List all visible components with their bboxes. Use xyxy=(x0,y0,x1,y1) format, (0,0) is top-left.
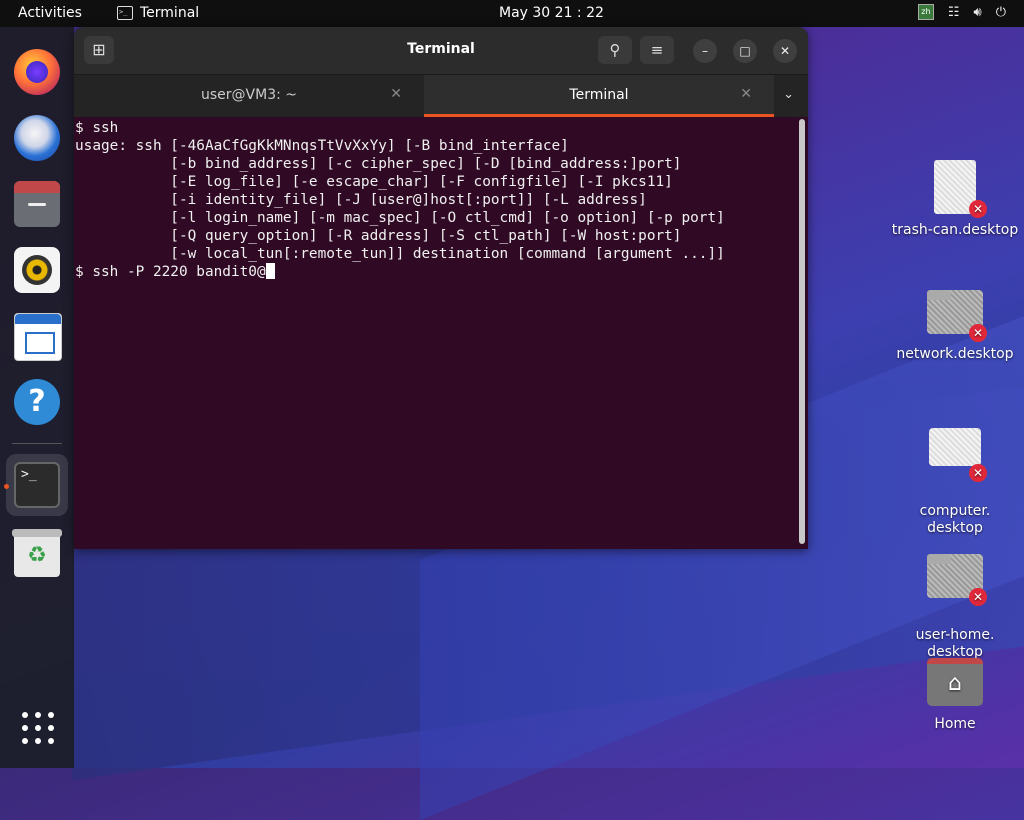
close-button[interactable]: ✕ xyxy=(773,39,797,63)
tab-close-icon[interactable]: ✕ xyxy=(740,86,752,102)
app-menu[interactable]: >_ Terminal xyxy=(117,5,199,21)
command-line[interactable]: $ ssh -P 2220 bandit0@ xyxy=(75,263,796,281)
search-icon: ⚲ xyxy=(609,41,621,59)
terminal-icon: >_ xyxy=(117,6,133,20)
minimize-button[interactable]: – xyxy=(693,39,717,63)
error-badge-icon: ✕ xyxy=(969,324,987,342)
libreoffice-writer-icon[interactable] xyxy=(14,313,62,361)
header-bar: ⊞ Terminal ⚲ ≡ – □ ✕ xyxy=(74,27,808,74)
tabs-dropdown-icon[interactable]: ⌄ xyxy=(783,87,794,102)
error-badge-icon: ✕ xyxy=(969,464,987,482)
dock-separator xyxy=(12,443,62,444)
show-apps-icon[interactable] xyxy=(22,712,54,744)
desktop-icon-network[interactable]: ✕ network.desktop xyxy=(890,284,1020,363)
desktop-icon-label: Home xyxy=(934,716,976,732)
tab-label: Terminal xyxy=(569,87,629,103)
maximize-button[interactable]: □ xyxy=(733,39,757,63)
desktop-icon-trash-can[interactable]: ✕ trash-can.desktop xyxy=(890,160,1020,239)
firefox-icon[interactable] xyxy=(14,49,60,95)
desktop-icon-label: trash-can.desktop xyxy=(891,222,1019,238)
top-bar: Activities >_ Terminal May 30 21 : 22 zh… xyxy=(0,0,1024,27)
terminal-scrollbar[interactable] xyxy=(799,119,805,544)
app-menu-label: Terminal xyxy=(140,5,200,21)
tab-label: user@VM3: ~ xyxy=(201,87,297,103)
computer-icon xyxy=(929,428,981,466)
terminal-output[interactable]: $ ssh usage: ssh [-46AaCfGgKkMNnqsTtVvXx… xyxy=(74,117,796,549)
terminal-line: [-Q query_option] [-R address] [-S ctl_p… xyxy=(75,228,682,244)
trash-icon[interactable]: ♻ xyxy=(12,529,62,577)
tab-terminal[interactable]: Terminal ✕ xyxy=(424,75,774,117)
terminal-line: [-l login_name] [-m mac_spec] [-O ctl_cm… xyxy=(75,210,725,226)
activities-button[interactable]: Activities xyxy=(18,5,82,21)
home-folder-icon: ⌂ xyxy=(927,658,983,706)
close-icon: ✕ xyxy=(779,44,791,58)
terminal-line: [-i identity_file] [-J [user@]host[:port… xyxy=(75,192,647,208)
menu-button[interactable]: ≡ xyxy=(640,36,674,64)
system-tray[interactable]: zh ☷ 🔊︎ ⏻ xyxy=(917,4,1006,20)
tab-bar: user@VM3: ~ ✕ Terminal ✕ ⌄ xyxy=(74,74,808,117)
rhythmbox-icon[interactable] xyxy=(14,247,60,293)
terminal-line: [-w local_tun[:remote_tun]] destination … xyxy=(75,246,725,262)
terminal-line: usage: ssh [-46AaCfGgKkMNnqsTtVvXxYy] [-… xyxy=(75,138,569,154)
tab-close-icon[interactable]: ✕ xyxy=(390,86,402,102)
terminal-line: [-E log_file] [-e escape_char] [-F confi… xyxy=(75,174,673,190)
terminal-line: [-b bind_address] [-c cipher_spec] [-D [… xyxy=(75,156,682,172)
maximize-icon: □ xyxy=(739,44,751,58)
desktop-icon-label: network.desktop xyxy=(896,346,1014,362)
minimize-icon: – xyxy=(702,44,708,58)
power-icon[interactable]: ⏻ xyxy=(996,5,1006,20)
volume-icon[interactable]: 🔊︎ xyxy=(974,5,982,20)
help-icon[interactable]: ? xyxy=(14,379,60,425)
terminal-window: ⊞ Terminal ⚲ ≡ – □ ✕ user@VM3: ~ ✕ Termi… xyxy=(74,27,808,549)
hamburger-icon: ≡ xyxy=(650,41,664,59)
error-badge-icon: ✕ xyxy=(969,588,987,606)
running-indicator xyxy=(4,484,9,489)
tab-user-vm3[interactable]: user@VM3: ~ ✕ xyxy=(74,75,424,117)
terminal-line: $ ssh xyxy=(75,120,119,136)
desktop-icon-home[interactable]: ⌂ Home xyxy=(890,654,1020,733)
thunderbird-icon[interactable] xyxy=(14,115,60,161)
clock[interactable]: May 30 21 : 22 xyxy=(499,5,604,21)
command-input-text: $ ssh -P 2220 bandit0@ xyxy=(75,264,266,280)
error-badge-icon: ✕ xyxy=(969,200,987,218)
network-icon[interactable]: ☷ xyxy=(948,5,960,20)
search-button[interactable]: ⚲ xyxy=(598,36,632,64)
dock: ? >_ ♻ xyxy=(0,27,74,768)
keyboard-indicator-icon[interactable]: zh xyxy=(917,4,934,20)
files-icon[interactable] xyxy=(14,181,60,227)
text-cursor xyxy=(265,263,275,279)
terminal-icon[interactable]: >_ xyxy=(14,462,60,508)
